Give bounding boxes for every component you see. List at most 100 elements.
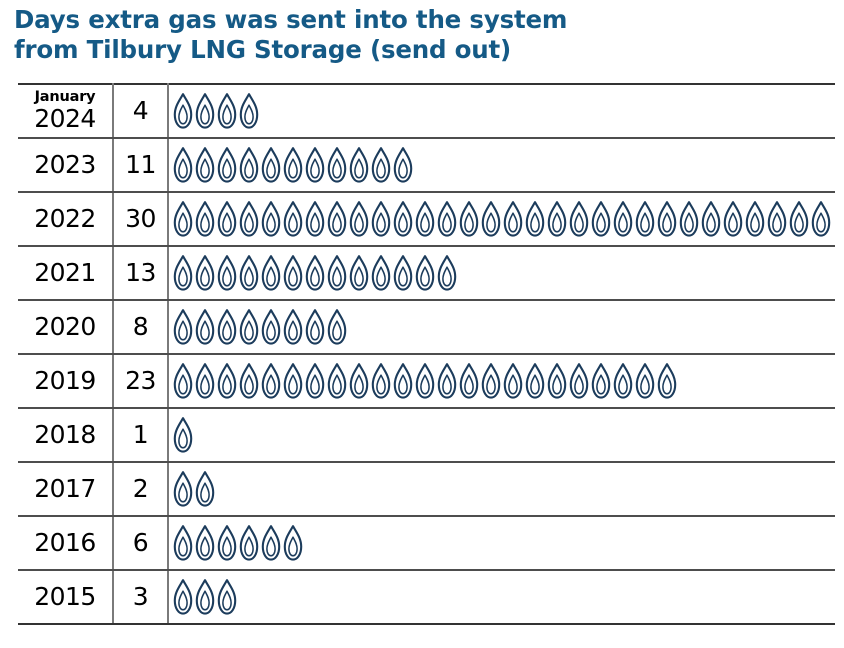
table-row: 2016 6 <box>18 516 835 571</box>
year-cell: 2017 <box>18 462 114 517</box>
gas-flame-icon <box>195 579 215 615</box>
count-label: 8 <box>132 311 149 341</box>
gas-flame-icon <box>657 363 677 399</box>
gas-flame-icon <box>591 201 611 237</box>
gas-flame-icon <box>305 147 325 183</box>
gas-flame-icon <box>195 471 215 507</box>
pictogram-cell <box>168 516 835 571</box>
table-row: 2022 30 <box>18 192 835 247</box>
count-label: 3 <box>132 581 149 611</box>
gas-flame-icon <box>613 363 633 399</box>
gas-flame-icon <box>459 363 479 399</box>
count-label: 23 <box>125 365 156 395</box>
flame-icon-strip <box>172 247 835 299</box>
count-cell: 13 <box>113 246 169 301</box>
pictogram-cell <box>168 462 835 517</box>
count-cell: 2 <box>113 462 169 517</box>
gas-flame-icon <box>173 147 193 183</box>
gas-flame-icon <box>525 201 545 237</box>
gas-flame-icon <box>393 201 413 237</box>
flame-icon-strip <box>172 571 835 623</box>
gas-flame-icon <box>547 201 567 237</box>
flame-icon-strip <box>172 301 835 353</box>
gas-flame-icon <box>437 255 457 291</box>
gas-flame-icon <box>767 201 787 237</box>
gas-flame-icon <box>261 255 281 291</box>
year-cell: January 2024 <box>18 83 114 139</box>
year-label: 2022 <box>34 203 96 233</box>
year-cell: 2022 <box>18 192 114 247</box>
gas-flame-icon <box>173 525 193 561</box>
gas-flame-icon <box>217 525 237 561</box>
year-label: 2020 <box>34 311 96 341</box>
gas-flame-icon <box>261 363 281 399</box>
gas-flame-icon <box>327 201 347 237</box>
flame-icon-strip <box>172 409 835 461</box>
gas-flame-icon <box>173 579 193 615</box>
gas-flame-icon <box>195 93 215 129</box>
gas-flame-icon <box>503 363 523 399</box>
year-cell: 2023 <box>18 138 114 193</box>
flame-icon-strip <box>172 193 835 245</box>
count-cell: 30 <box>113 192 169 247</box>
gas-flame-icon <box>459 201 479 237</box>
gas-flame-icon <box>217 93 237 129</box>
gas-flame-icon <box>371 363 391 399</box>
gas-flame-icon <box>569 201 589 237</box>
gas-flame-icon <box>349 147 369 183</box>
gas-flame-icon <box>525 363 545 399</box>
gas-flame-icon <box>173 93 193 129</box>
year-cell: 2015 <box>18 570 114 625</box>
gas-flame-icon <box>437 363 457 399</box>
year-label: 2021 <box>34 257 96 287</box>
gas-flame-icon <box>283 309 303 345</box>
year-label: 2017 <box>34 473 96 503</box>
gas-flame-icon <box>283 201 303 237</box>
gas-flame-icon <box>415 363 435 399</box>
gas-flame-icon <box>745 201 765 237</box>
gas-flame-icon <box>657 201 677 237</box>
year-cell: 2016 <box>18 516 114 571</box>
count-cell: 23 <box>113 354 169 409</box>
gas-flame-icon <box>173 471 193 507</box>
gas-flame-icon <box>393 147 413 183</box>
gas-flame-icon <box>679 201 699 237</box>
table-row: 2015 3 <box>18 570 835 625</box>
gas-flame-icon <box>261 201 281 237</box>
count-cell: 1 <box>113 408 169 463</box>
gas-flame-icon <box>305 201 325 237</box>
pictogram-chart-table: January 2024 4 2023 11 2022 30 2021 13 2020 8 2019 2… <box>18 83 835 625</box>
count-label: 13 <box>125 257 156 287</box>
gas-flame-icon <box>217 255 237 291</box>
gas-flame-icon <box>547 363 567 399</box>
count-label: 2 <box>132 473 149 503</box>
flame-icon-strip <box>172 355 835 407</box>
gas-flame-icon <box>173 363 193 399</box>
pictogram-cell <box>168 138 835 193</box>
count-cell: 4 <box>113 83 169 139</box>
gas-flame-icon <box>371 255 391 291</box>
gas-flame-icon <box>613 201 633 237</box>
year-label: 2023 <box>34 149 96 179</box>
gas-flame-icon <box>371 201 391 237</box>
gas-flame-icon <box>173 201 193 237</box>
gas-flame-icon <box>217 363 237 399</box>
gas-flame-icon <box>393 363 413 399</box>
table-row: 2020 8 <box>18 300 835 355</box>
gas-flame-icon <box>217 201 237 237</box>
table-row: 2019 23 <box>18 354 835 409</box>
gas-flame-icon <box>723 201 743 237</box>
gas-flame-icon <box>217 147 237 183</box>
gas-flame-icon <box>173 417 193 453</box>
year-cell: 2019 <box>18 354 114 409</box>
pictogram-cell <box>168 83 835 139</box>
page-title: Days extra gas was sent into the system … <box>14 5 824 65</box>
gas-flame-icon <box>503 201 523 237</box>
year-cell: 2021 <box>18 246 114 301</box>
gas-flame-icon <box>239 525 259 561</box>
gas-flame-icon <box>305 363 325 399</box>
gas-flame-icon <box>349 201 369 237</box>
year-cell: 2018 <box>18 408 114 463</box>
year-label: 2024 <box>34 103 96 133</box>
gas-flame-icon <box>283 255 303 291</box>
